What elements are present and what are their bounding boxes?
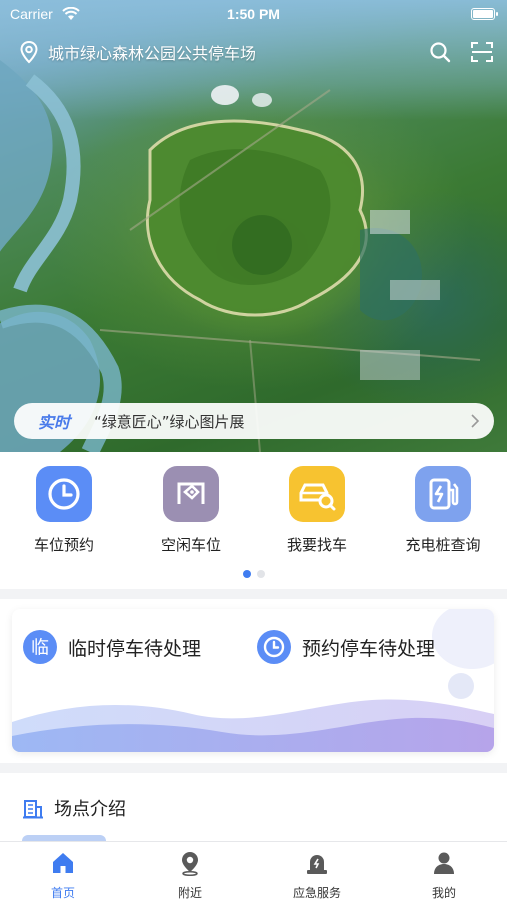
temp-parking-icon: 临: [23, 630, 57, 664]
action-charging-query[interactable]: 充电桩查询: [388, 466, 498, 555]
parking-spot-icon: [163, 466, 219, 522]
tab-label: 应急服务: [292, 886, 341, 900]
building-icon: [23, 800, 43, 819]
tab-label: 附近: [177, 886, 202, 900]
battery-icon: [471, 8, 498, 20]
pending-label: 预约停车待处理: [302, 637, 436, 660]
tab-label: 我的: [431, 886, 456, 900]
user-icon: [434, 852, 454, 874]
pending-label: 临时停车待处理: [68, 637, 202, 660]
news-text: “绿意匠心”绿心图片展: [94, 412, 245, 431]
scan-icon[interactable]: [470, 40, 494, 64]
hero-banner[interactable]: Carrier 1:50 PM 城市绿心森林公园公共停车场 实时 “绿意匠心”绿…: [0, 0, 507, 452]
pending-reserved-parking[interactable]: 预约停车待处理: [256, 629, 435, 665]
pending-card: 临 临时停车待处理 预约停车待处理: [12, 609, 494, 752]
pager-dot-active[interactable]: [242, 570, 251, 578]
chevron-right-icon: [471, 414, 480, 428]
site-intro-section: 场点介绍: [0, 773, 507, 843]
bottom-tab-bar: 首页 附近 应急服务 我的: [0, 841, 507, 900]
pending-section: 临 临时停车待处理 预约停车待处理: [0, 599, 507, 763]
status-time: 1:50 PM: [227, 6, 280, 22]
action-label: 我要找车: [286, 536, 347, 554]
tab-emergency[interactable]: 应急服务: [254, 850, 380, 900]
charging-station-icon: [415, 466, 471, 522]
action-reserve-spot[interactable]: 车位预约: [9, 466, 119, 555]
action-label: 空闲车位: [160, 536, 221, 554]
status-bar: Carrier 1:50 PM: [0, 0, 507, 28]
pager-dot[interactable]: [256, 570, 265, 578]
temp-parking-icon-text: 临: [31, 638, 49, 659]
quick-actions: 车位预约 空闲车位 我要找车 充电桩查询: [0, 452, 507, 589]
emergency-light-icon: [307, 855, 327, 874]
search-icon[interactable]: [428, 40, 452, 64]
location-title: 城市绿心森林公园公共停车场: [48, 44, 257, 63]
tab-nearby[interactable]: 附近: [127, 850, 253, 900]
clock-icon: [36, 466, 92, 522]
news-tag: 实时: [38, 413, 71, 432]
aerial-park-image: [0, 60, 481, 452]
pending-temp-parking[interactable]: 临 临时停车待处理: [22, 629, 201, 665]
location-selector[interactable]: 城市绿心森林公园公共停车场: [18, 38, 256, 66]
decor-wave: [12, 699, 494, 752]
site-intro-title: 场点介绍: [54, 799, 126, 820]
clock-icon: [257, 630, 291, 664]
tab-label: 首页: [50, 886, 75, 900]
site-intro-header: 场点介绍: [22, 795, 126, 821]
location-pin-icon: [182, 852, 198, 877]
car-search-icon: [289, 466, 345, 522]
action-find-car[interactable]: 我要找车: [262, 466, 372, 555]
location-pin-icon: [20, 40, 38, 64]
tab-mine[interactable]: 我的: [381, 850, 507, 900]
decor-bubble: [432, 609, 494, 669]
pager-dots: [0, 570, 507, 578]
tab-home[interactable]: 首页: [0, 850, 126, 900]
news-ticker[interactable]: 实时 “绿意匠心”绿心图片展: [14, 403, 494, 439]
home-icon: [53, 853, 73, 873]
action-label: 充电桩查询: [405, 536, 481, 554]
action-free-spots[interactable]: 空闲车位: [136, 466, 246, 555]
action-label: 车位预约: [33, 536, 94, 554]
